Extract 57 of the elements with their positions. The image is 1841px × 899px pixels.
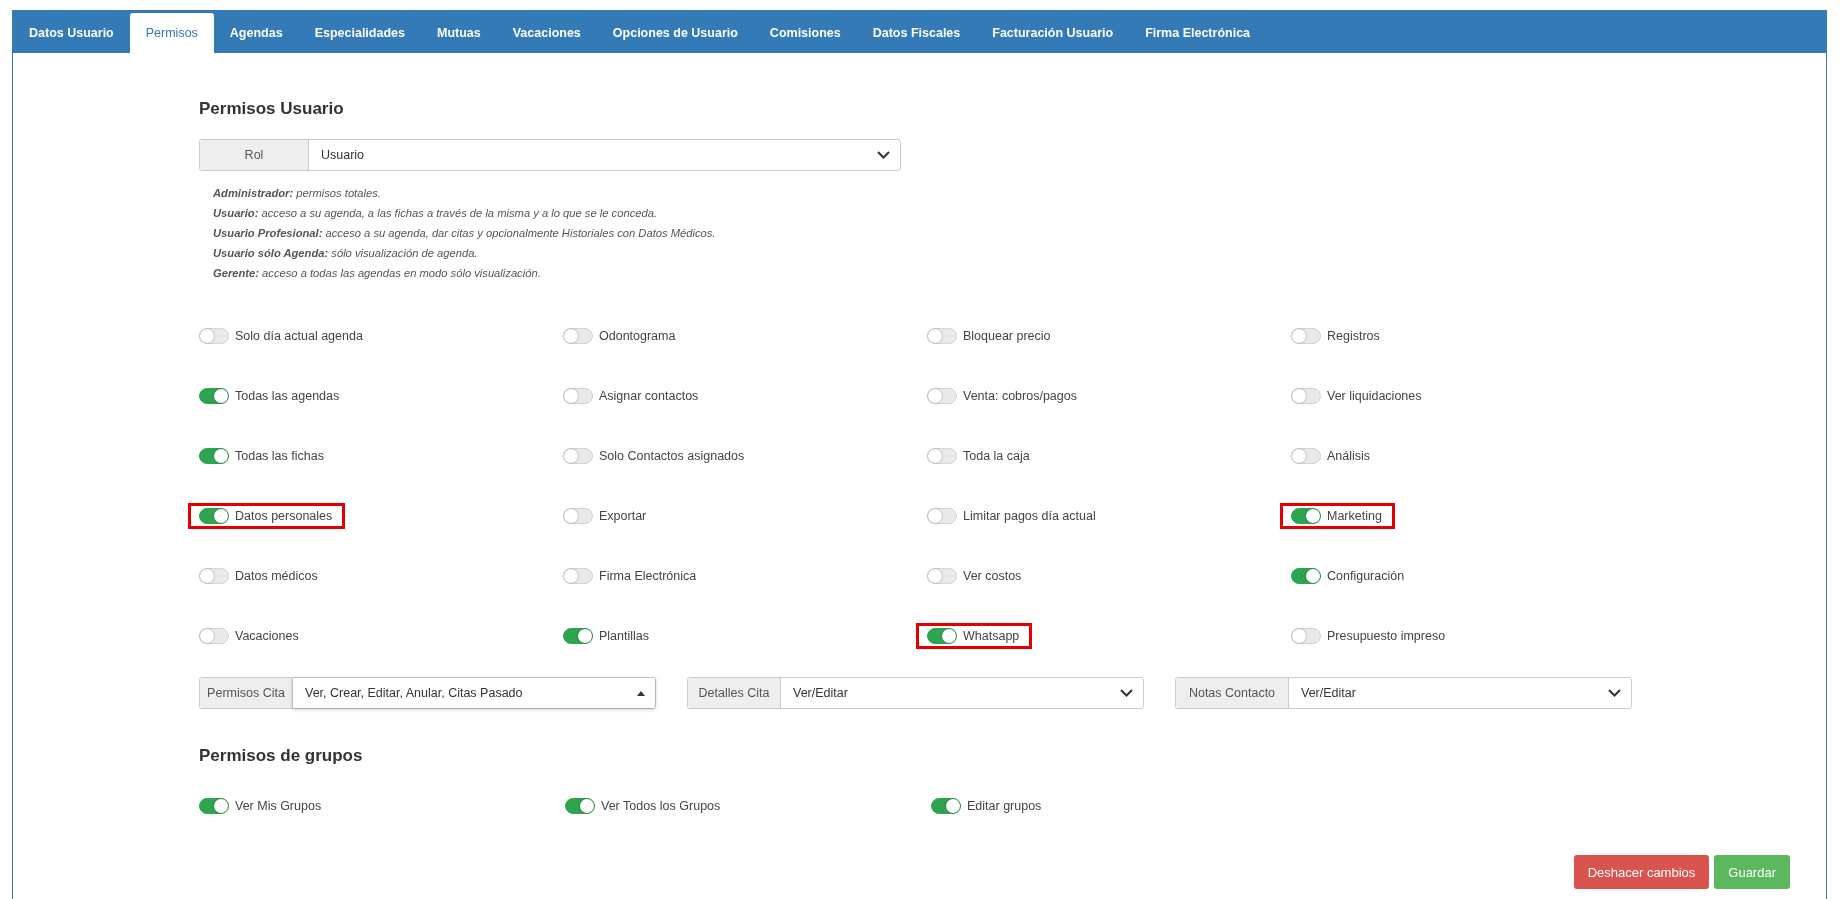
toggle-label: Ver liquidaciones [1327,389,1422,403]
toggle-switch[interactable] [563,628,593,644]
toggle-switch[interactable] [199,798,229,814]
toggle-label: Ver costos [963,569,1022,583]
toggle-label: Asignar contactos [599,389,699,403]
toggle-switch[interactable] [199,388,229,404]
tab[interactable]: Vacaciones [496,13,597,53]
toggle-label: Whatsapp [963,629,1020,643]
tab[interactable]: Datos Fiscales [856,13,977,53]
tab[interactable]: Datos Usuario [13,13,130,53]
toggle-switch[interactable] [199,508,229,524]
toggle-switch[interactable] [1291,508,1321,524]
toggle-label: Configuración [1327,569,1405,583]
tab[interactable]: Comisiones [753,13,857,53]
toggle-label: Vacaciones [235,629,299,643]
toggle-label: Venta: cobros/pagos [963,389,1077,403]
toggle-label: Plantillas [599,629,650,643]
toggle-switch[interactable] [199,448,229,464]
tab[interactable]: Mutuas [420,13,497,53]
toggle-label: Todas las agendas [235,389,340,403]
toggle-label: Solo día actual agenda [235,329,363,343]
toggle-switch[interactable] [565,798,595,814]
toggle-label: Presupuesto impreso [1327,629,1446,643]
role-description: Gerente: acceso a todas las agendas en modo sólo visualización. [213,266,542,281]
role-description: Usuario sólo Agenda: sólo visualización de agenda. [213,246,479,261]
toggle-label: Limitar pagos día actual [963,509,1096,523]
toggle-label: Exportar [599,509,647,523]
role-description: Administrador: permisos totales. [213,186,382,201]
tab[interactable]: Firma Electrónica [1129,13,1267,53]
tab[interactable]: Facturación Usuario [976,13,1130,53]
toggle-label: Análisis [1327,449,1371,463]
role-description: Usuario: acceso a su agenda, a las fichas a través de la misma y a lo que se le conceda. [213,206,659,221]
tab[interactable]: Agendas [213,13,299,53]
toggle-switch[interactable] [1291,568,1321,584]
toggle-label: Registros [1327,329,1380,343]
save-button[interactable]: Guardar [1714,855,1790,889]
tab[interactable]: Permisos [129,13,214,53]
tab[interactable]: Especialidades [298,13,421,53]
toggle-label: Toda la caja [963,449,1030,463]
tab[interactable]: Opciones de Usuario [596,13,754,53]
role-description: Usuario Profesional: acceso a su agenda, dar citas y opcionalmente Historiales con Datos Médicos. [213,226,717,241]
toggle-label: Solo Contactos asignados [599,449,745,463]
toggle-label: Ver Todos los Grupos [601,799,721,813]
toggle-label: Marketing [1327,509,1382,523]
toggle-label: Todas las fichas [235,449,324,463]
toggle-label: Bloquear precio [963,329,1051,343]
section-heading: Permisos de grupos [199,746,364,766]
toggle-switch[interactable] [927,628,957,644]
toggle-label: Datos personales [235,509,333,523]
toggle-switch[interactable] [931,798,961,814]
toggle-label: Odontograma [599,329,676,343]
toggle-label: Editar grupos [967,799,1042,813]
toggle-label: Datos médicos [235,569,318,583]
undo-button[interactable]: Deshacer cambios [1573,855,1710,889]
toggle-label: Firma Electrónica [599,569,697,583]
section-heading: Permisos Usuario [199,99,345,119]
toggle-label: Ver Mis Grupos [235,799,322,813]
